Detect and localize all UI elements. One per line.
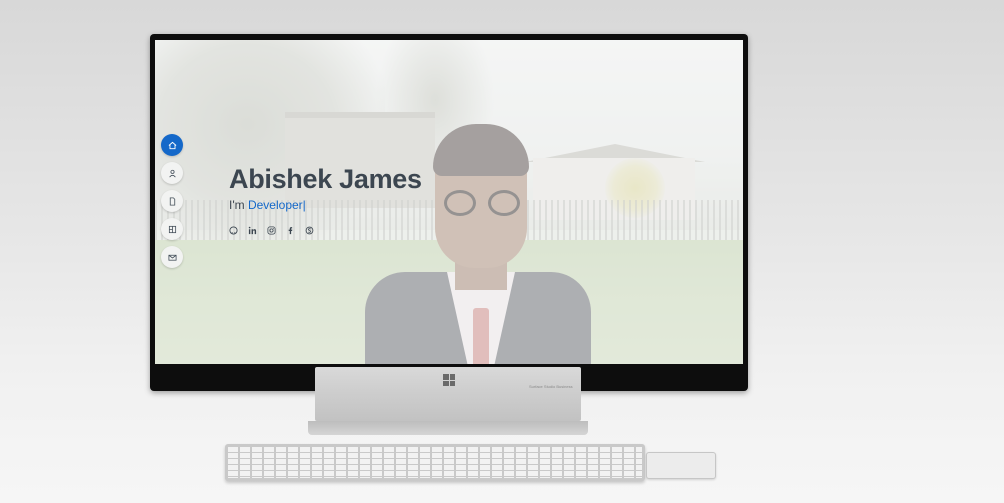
skype-icon (305, 226, 314, 235)
facebook-link[interactable] (286, 226, 295, 235)
book-icon (168, 225, 176, 233)
facebook-icon (288, 227, 293, 235)
skype-link[interactable] (305, 226, 314, 235)
monitor-stand: Surface Studio Business (315, 367, 581, 421)
instagram-link[interactable] (267, 226, 276, 235)
hero-section: Abishek James I'm Developer| (229, 164, 422, 235)
trackpad (646, 452, 716, 479)
typing-caret: | (302, 198, 306, 212)
social-links (229, 226, 422, 235)
linkedin-link[interactable] (248, 226, 257, 235)
envelope-icon (167, 254, 177, 261)
file-icon (169, 196, 175, 206)
nav-home-button[interactable] (161, 134, 183, 156)
nav-about-button[interactable] (161, 162, 183, 184)
role-typed: Developer (247, 198, 303, 212)
stand-caption: Surface Studio Business (529, 384, 573, 389)
role-prefix: I'm (229, 198, 248, 212)
nav-portfolio-button[interactable] (161, 218, 183, 240)
windows-logo-icon (443, 374, 455, 386)
nav-resume-button[interactable] (161, 190, 183, 212)
github-link[interactable] (229, 226, 238, 235)
home-icon (168, 141, 176, 149)
side-nav (161, 134, 183, 268)
monitor: Abishek James I'm Developer| (150, 34, 748, 391)
hero-role: I'm Developer| (229, 198, 422, 212)
nav-contact-button[interactable] (161, 246, 183, 268)
instagram-icon (267, 226, 276, 235)
user-icon (168, 169, 176, 177)
linkedin-icon (248, 226, 257, 235)
keyboard (225, 444, 645, 481)
website-screen: Abishek James I'm Developer| (155, 40, 743, 364)
github-icon (229, 226, 238, 235)
keyboard-keys (228, 447, 642, 478)
hero-name: Abishek James (229, 164, 422, 194)
monitor-stand-base (308, 421, 588, 435)
